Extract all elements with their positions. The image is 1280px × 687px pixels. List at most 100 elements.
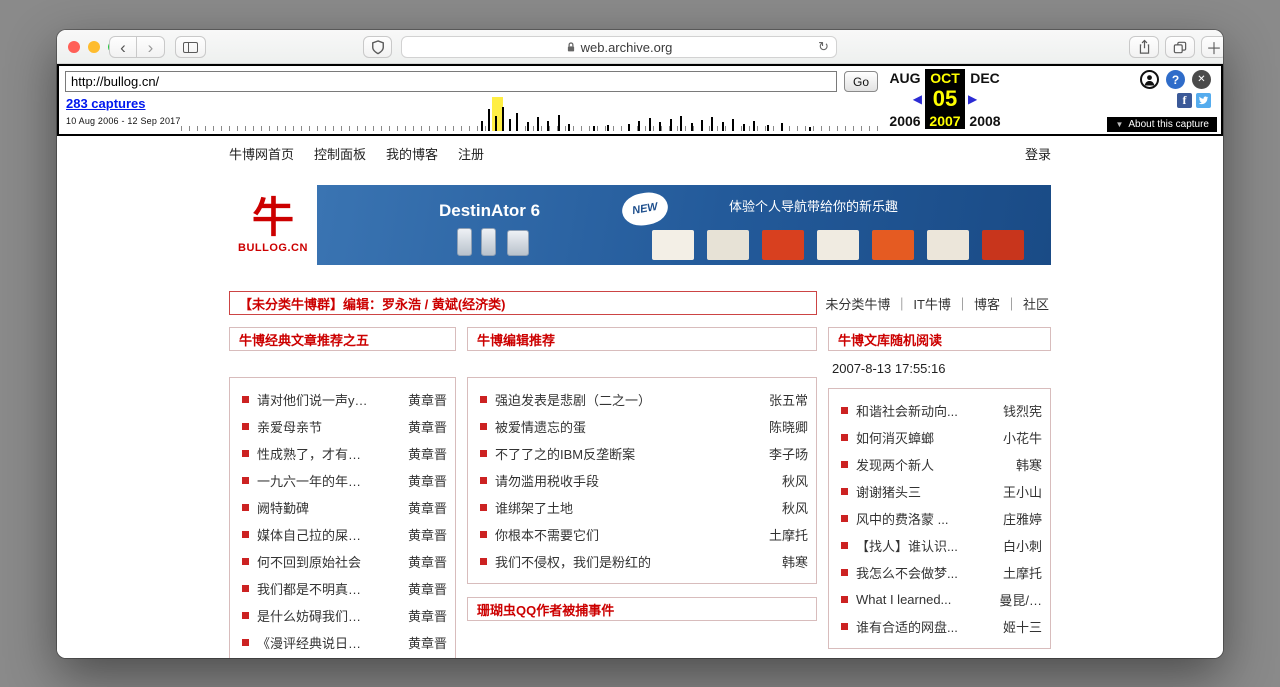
- article-author[interactable]: 韩寒: [782, 552, 808, 571]
- article-author[interactable]: 土摩托: [1003, 563, 1042, 582]
- article-row[interactable]: 我怎么不会做梦... 土摩托: [837, 559, 1042, 586]
- article-author[interactable]: 黄章晋: [408, 606, 447, 625]
- help-icon[interactable]: ?: [1166, 70, 1185, 89]
- article-row[interactable]: 我们都是不明真… 黄章晋: [238, 575, 447, 602]
- sidebar-toggle-button[interactable]: [175, 36, 206, 58]
- close-toolbar-icon[interactable]: ✕: [1192, 70, 1211, 89]
- address-bar[interactable]: web.archive.org ↻: [401, 36, 837, 58]
- article-row[interactable]: 你根本不需要它们 土摩托: [476, 521, 808, 548]
- article-author[interactable]: 陈晓卿: [769, 417, 808, 436]
- article-author[interactable]: 黄章晋: [408, 390, 447, 409]
- article-title[interactable]: 谢谢猪头三: [856, 482, 995, 501]
- article-row[interactable]: 风中的费洛蒙 ... 庄雅婷: [837, 505, 1042, 532]
- article-row[interactable]: 阙特勤碑 黄章晋: [238, 494, 447, 521]
- article-row[interactable]: 我们不侵权，我们是粉红的 韩寒: [476, 548, 808, 575]
- article-title[interactable]: 发现两个新人: [856, 455, 1008, 474]
- article-row[interactable]: 【找人】谁认识... 白小刺: [837, 532, 1042, 559]
- article-author[interactable]: 土摩托: [769, 525, 808, 544]
- article-title[interactable]: 如何消灭蟑螂: [856, 428, 995, 447]
- article-title[interactable]: 请勿滥用税收手段: [495, 471, 774, 490]
- article-title[interactable]: 我们都是不明真…: [257, 579, 400, 598]
- article-row[interactable]: 被爱情遗忘的蛋 陈晓卿: [476, 413, 808, 440]
- close-window-button[interactable]: [68, 41, 80, 53]
- article-author[interactable]: 李子旸: [769, 444, 808, 463]
- article-title[interactable]: 我怎么不会做梦...: [856, 563, 995, 582]
- article-author[interactable]: 黄章晋: [408, 633, 447, 652]
- share-button[interactable]: [1129, 36, 1159, 58]
- article-author[interactable]: 庄雅婷: [1003, 509, 1042, 528]
- article-author[interactable]: 黄章晋: [408, 417, 447, 436]
- article-row[interactable]: 和谐社会新动向... 钱烈宪: [837, 397, 1042, 424]
- article-author[interactable]: 曼昆/…: [999, 590, 1042, 609]
- capture-timeline[interactable]: [181, 97, 879, 131]
- next-capture-arrow[interactable]: ▶: [965, 86, 1005, 112]
- facebook-icon[interactable]: f: [1177, 93, 1192, 108]
- article-title[interactable]: 亲爱母亲节: [257, 417, 400, 436]
- next-month[interactable]: DEC: [965, 69, 1005, 86]
- prev-capture-arrow[interactable]: ◀: [885, 86, 925, 112]
- article-title[interactable]: 和谐社会新动向...: [856, 401, 995, 420]
- article-title[interactable]: 不了了之的IBM反垄断案: [495, 444, 761, 463]
- article-row[interactable]: 是什么妨碍我们… 黄章晋: [238, 602, 447, 629]
- article-author[interactable]: 小花牛: [1003, 428, 1042, 447]
- article-title[interactable]: 请对他们说一声y…: [257, 390, 400, 409]
- article-row[interactable]: What I learned... 曼昆/…: [837, 586, 1042, 613]
- category-link[interactable]: 未分类牛博: [825, 294, 890, 313]
- back-button[interactable]: ‹: [109, 36, 137, 58]
- login-link[interactable]: 登录: [1025, 144, 1051, 163]
- article-title[interactable]: 你根本不需要它们: [495, 525, 761, 544]
- category-link[interactable]: 社区: [1000, 294, 1049, 313]
- article-author[interactable]: 王小山: [1003, 482, 1042, 501]
- article-row[interactable]: 性成熟了，才有… 黄章晋: [238, 440, 447, 467]
- article-author[interactable]: 韩寒: [1016, 455, 1042, 474]
- next-year[interactable]: 2008: [965, 112, 1005, 129]
- article-author[interactable]: 黄章晋: [408, 444, 447, 463]
- category-link[interactable]: 博客: [951, 294, 1000, 313]
- article-author[interactable]: 黄章晋: [408, 525, 447, 544]
- article-title[interactable]: 【找人】谁认识...: [856, 536, 995, 555]
- article-title[interactable]: 媒体自己拉的屎…: [257, 525, 400, 544]
- article-author[interactable]: 钱烈宪: [1003, 401, 1042, 420]
- article-row[interactable]: 不了了之的IBM反垄断案 李子旸: [476, 440, 808, 467]
- article-row[interactable]: 媒体自己拉的屎… 黄章晋: [238, 521, 447, 548]
- article-title[interactable]: 谁绑架了土地: [495, 498, 774, 517]
- article-title[interactable]: 《漫评经典说日…: [257, 633, 400, 652]
- reload-button[interactable]: ↻: [818, 39, 829, 55]
- nav-link[interactable]: 牛博网首页: [229, 144, 294, 163]
- article-row[interactable]: 亲爱母亲节 黄章晋: [238, 413, 447, 440]
- article-row[interactable]: 请勿滥用税收手段 秋风: [476, 467, 808, 494]
- site-logo[interactable]: 牛 BULLOG.CN: [229, 185, 317, 265]
- article-row[interactable]: 《漫评经典说日… 黄章晋: [238, 629, 447, 656]
- article-title[interactable]: 一九六一年的年…: [257, 471, 400, 490]
- about-this-capture[interactable]: ▼ About this capture: [1107, 117, 1217, 132]
- twitter-icon[interactable]: [1196, 93, 1211, 108]
- article-author[interactable]: 黄章晋: [408, 552, 447, 571]
- article-row[interactable]: 何不回到原始社会 黄章晋: [238, 548, 447, 575]
- article-author[interactable]: 黄章晋: [408, 471, 447, 490]
- profile-icon[interactable]: [1140, 70, 1159, 89]
- go-button[interactable]: Go: [844, 71, 878, 92]
- article-author[interactable]: 姬十三: [1003, 617, 1042, 636]
- new-tab-button[interactable]: ＋: [1201, 36, 1223, 58]
- minimize-window-button[interactable]: [88, 41, 100, 53]
- prev-month[interactable]: AUG: [885, 69, 925, 86]
- article-title[interactable]: 谁有合适的网盘...: [856, 617, 995, 636]
- article-title[interactable]: 阙特勤碑: [257, 498, 400, 517]
- article-title[interactable]: 强迫发表是悲剧（二之一）: [495, 390, 761, 409]
- tab-overview-button[interactable]: [1165, 36, 1195, 58]
- category-link[interactable]: IT牛博: [890, 294, 951, 313]
- privacy-shield-button[interactable]: [363, 36, 392, 58]
- prev-year[interactable]: 2006: [885, 112, 925, 129]
- article-author[interactable]: 黄章晋: [408, 579, 447, 598]
- article-title[interactable]: 我们不侵权，我们是粉红的: [495, 552, 774, 571]
- article-title[interactable]: What I learned...: [856, 592, 991, 607]
- article-title[interactable]: 风中的费洛蒙 ...: [856, 509, 995, 528]
- article-author[interactable]: 张五常: [769, 390, 808, 409]
- article-row[interactable]: 发现两个新人 韩寒: [837, 451, 1042, 478]
- article-row[interactable]: 谢谢猪头三 王小山: [837, 478, 1042, 505]
- forward-button[interactable]: ›: [137, 36, 165, 58]
- article-title[interactable]: 性成熟了，才有…: [257, 444, 400, 463]
- article-row[interactable]: 请对他们说一声y… 黄章晋: [238, 386, 447, 413]
- article-author[interactable]: 秋风: [782, 498, 808, 517]
- article-author[interactable]: 白小刺: [1003, 536, 1042, 555]
